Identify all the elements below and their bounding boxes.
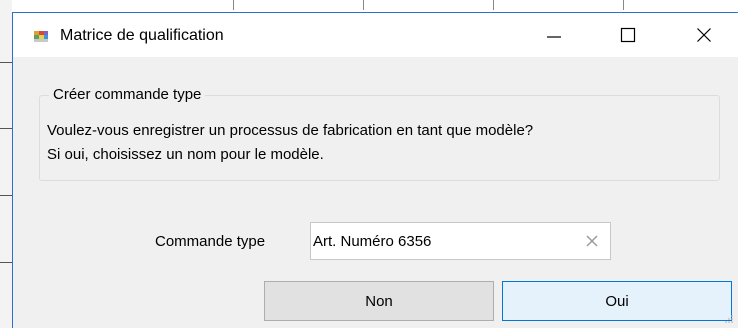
maximize-icon xyxy=(620,27,636,43)
background-divider xyxy=(363,0,364,10)
background-row-line xyxy=(0,128,12,129)
close-icon xyxy=(697,28,711,42)
title-bar[interactable]: Matrice de qualification xyxy=(13,13,738,57)
message-line: Voulez-vous enregistrer un processus de … xyxy=(47,122,534,139)
minimize-button[interactable] xyxy=(531,13,577,57)
screen: Matrice de qualification Créer commande … xyxy=(0,0,738,328)
background-app-strip xyxy=(0,0,12,328)
resize-grip-icon[interactable] xyxy=(724,314,734,324)
background-divider xyxy=(233,0,234,10)
group-message: Voulez-vous enregistrer un processus de … xyxy=(47,119,727,167)
yes-button-label: Oui xyxy=(605,292,629,310)
window-title: Matrice de qualification xyxy=(60,27,224,44)
close-button[interactable] xyxy=(681,13,727,57)
maximize-button[interactable] xyxy=(605,13,651,57)
matrix-app-icon xyxy=(34,31,48,42)
background-row-line xyxy=(0,62,12,63)
yes-button[interactable]: Oui xyxy=(502,281,732,321)
background-row-line xyxy=(0,262,12,263)
dialog-window: Matrice de qualification Créer commande … xyxy=(12,12,738,328)
no-button-label: Non xyxy=(365,292,393,310)
background-divider xyxy=(623,0,624,10)
no-button[interactable]: Non xyxy=(264,281,494,321)
group-title: Créer commande type xyxy=(49,86,206,104)
commande-type-field[interactable] xyxy=(310,222,611,260)
commande-type-input[interactable] xyxy=(313,223,575,259)
clear-x-icon[interactable] xyxy=(585,234,599,248)
background-row-line xyxy=(0,195,12,196)
minimize-icon xyxy=(547,36,561,38)
commande-type-label: Commande type xyxy=(155,233,266,250)
message-line: Si oui, choisissez un nom pour le modèle… xyxy=(47,146,324,163)
background-app-top xyxy=(0,0,738,12)
background-divider xyxy=(493,0,494,10)
